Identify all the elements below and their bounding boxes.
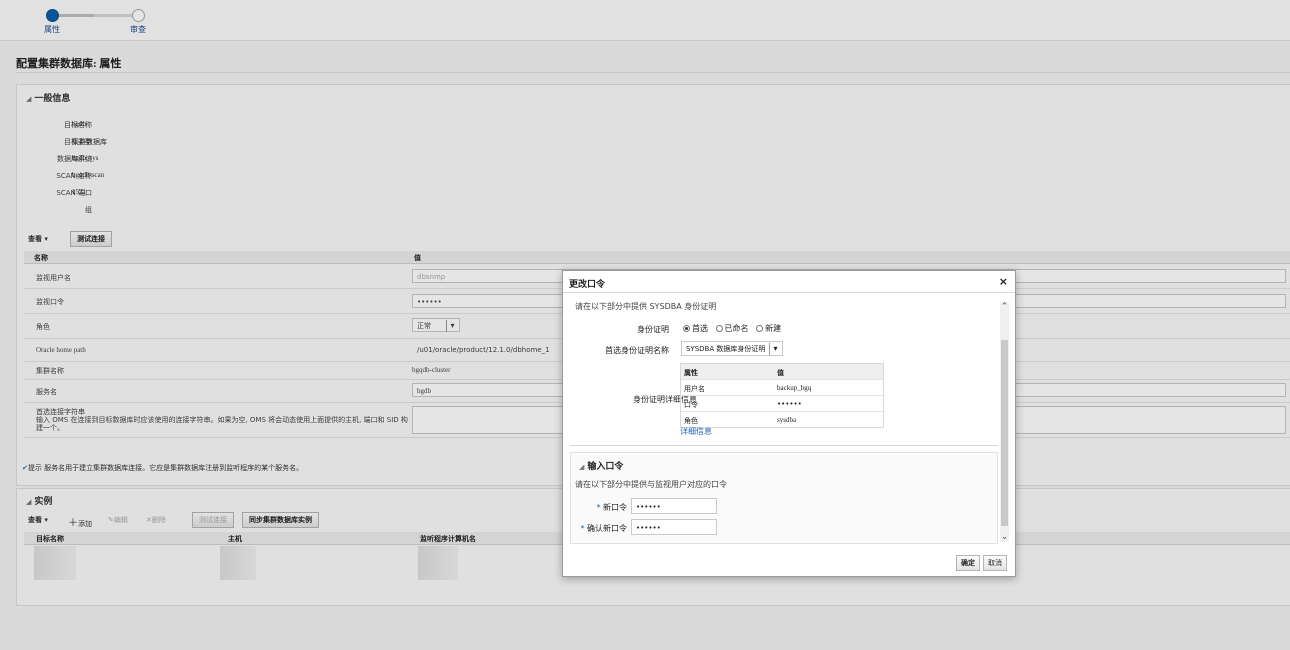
scroll-thumb[interactable] <box>1001 340 1008 526</box>
credential-label: 身份证明 <box>637 325 669 334</box>
radio-on-icon <box>683 325 690 332</box>
cancel-button[interactable]: 取消 <box>983 555 1007 571</box>
new-password-input[interactable]: •••••• <box>631 498 717 514</box>
chevron-down-icon[interactable]: ⌄ <box>1000 532 1009 542</box>
collapse-icon[interactable]: ◢ <box>579 463 584 471</box>
radio-off-icon <box>715 325 723 332</box>
ok-button[interactable]: 确定 <box>956 555 980 571</box>
preferred-cred-label: 首选身份证明名称 <box>605 346 669 355</box>
credential-detail-table: 属性 值 用户名 backup_bgq 口令 •••••• 角色 sysdba <box>680 363 884 428</box>
close-icon[interactable]: × <box>999 275 1008 288</box>
dialog-scrollbar[interactable]: ⌃ ⌄ <box>1000 302 1009 542</box>
password-heading[interactable]: ◢ 输入口令 <box>579 459 623 472</box>
radio-new[interactable]: 新建 <box>756 324 781 333</box>
confirm-password-label: * 确认新口令 <box>580 524 627 533</box>
radio-preferred[interactable]: 首选 <box>683 324 708 333</box>
dialog-intro: 请在以下部分中提供 SYSDBA 身份证明 <box>575 302 717 311</box>
table-row: 口令 •••••• <box>681 396 883 412</box>
dialog-title: 更改口令 <box>569 280 606 290</box>
new-password-label: * 新口令 <box>596 503 627 512</box>
details-link[interactable]: 详细信息 <box>680 426 712 437</box>
credential-radio-group: 首选 已命名 新建 <box>683 323 781 334</box>
chevron-up-icon[interactable]: ⌃ <box>1000 302 1009 312</box>
table-row: 角色 sysdba <box>684 416 797 425</box>
radio-off-icon <box>756 325 764 332</box>
confirm-password-input[interactable]: •••••• <box>631 519 717 535</box>
preferred-cred-select[interactable]: SYSDBA 数据库身份证明 ▾ <box>681 341 783 356</box>
change-password-dialog: 更改口令 × 请在以下部分中提供 SYSDBA 身份证明 身份证明 首选 已命名… <box>562 270 1016 577</box>
chevron-down-icon: ▾ <box>769 343 781 355</box>
radio-named[interactable]: 已命名 <box>715 324 749 333</box>
mini-table-header: 属性 值 <box>681 364 883 380</box>
password-intro: 请在以下部分中提供与监视用户对应的口令 <box>575 480 727 489</box>
divider <box>563 292 1015 293</box>
divider <box>570 445 998 446</box>
table-row: 用户名 backup_bgq <box>681 380 883 396</box>
